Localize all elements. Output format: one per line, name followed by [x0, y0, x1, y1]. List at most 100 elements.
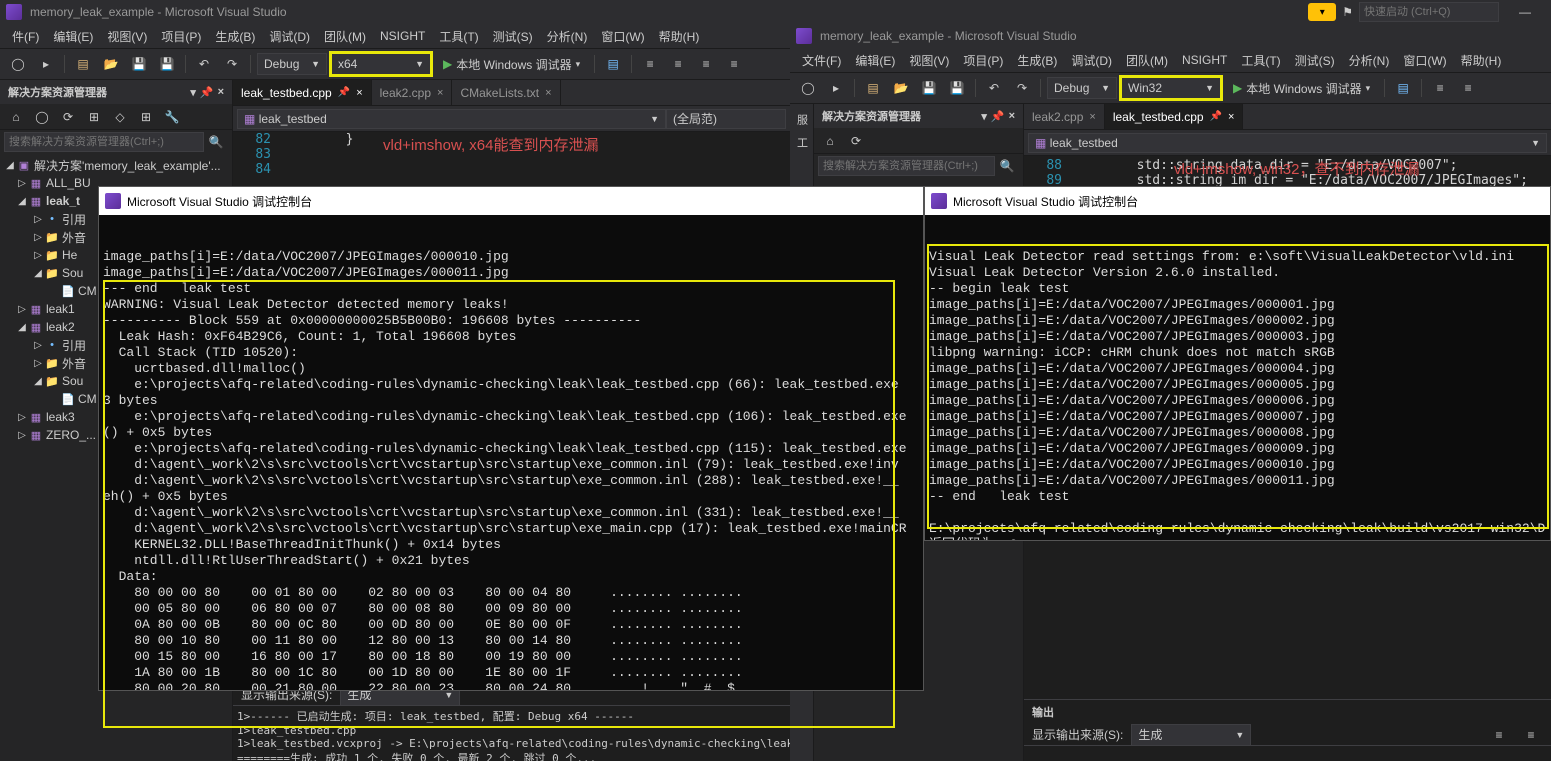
menu-item[interactable]: 编辑(E) — [849, 50, 901, 71]
close-icon[interactable]: × — [218, 86, 224, 99]
redo-button[interactable]: ↷ — [220, 52, 244, 76]
tool-icon[interactable]: ≡ — [1428, 76, 1452, 100]
menu-item[interactable]: 帮助(H) — [653, 26, 706, 47]
editor-tab[interactable]: leak_testbed.cpp 📌 × — [233, 80, 372, 105]
tool-icon[interactable]: ⊞ — [134, 105, 158, 129]
pin-icon[interactable]: 📌 — [991, 110, 1005, 123]
home-icon[interactable]: ⌂ — [818, 129, 842, 153]
undo-button[interactable]: ↶ — [192, 52, 216, 76]
scope-combo[interactable]: (全局范) — [666, 109, 786, 129]
close-tab-icon[interactable]: × — [437, 87, 443, 99]
minimize-button[interactable]: — — [1505, 0, 1545, 24]
tool-icon[interactable]: ≡ — [722, 52, 746, 76]
redo-button[interactable]: ↷ — [1010, 76, 1034, 100]
close-tab-icon[interactable]: × — [356, 87, 362, 99]
menu-item[interactable]: 测试(S) — [487, 26, 539, 47]
tool-icon[interactable]: ▤ — [601, 52, 625, 76]
new-button[interactable]: ▤ — [861, 76, 885, 100]
refresh-icon[interactable]: ⟳ — [844, 129, 868, 153]
menu-item[interactable]: 分析(N) — [541, 26, 594, 47]
menu-item[interactable]: NSIGHT — [1176, 51, 1233, 69]
server-explorer-tab[interactable]: 服 — [792, 108, 812, 131]
search-icon[interactable]: 🔍 — [995, 154, 1019, 178]
menu-item[interactable]: 项目(P) — [957, 50, 1009, 71]
menu-item[interactable]: 帮助(H) — [1455, 50, 1508, 71]
search-input[interactable] — [818, 156, 995, 176]
output-source-combo[interactable]: 生成▼ — [1131, 724, 1251, 746]
flag-icon[interactable]: ⚑ — [1342, 5, 1353, 19]
toolbox-tab[interactable]: 工 — [792, 131, 812, 154]
menu-item[interactable]: 生成(B) — [1011, 50, 1063, 71]
menu-item[interactable]: 项目(P) — [155, 26, 207, 47]
tool-icon[interactable]: ≡ — [1456, 76, 1480, 100]
config-combo[interactable]: Debug▼ — [257, 53, 327, 75]
close-tab-icon[interactable]: × — [1089, 111, 1095, 123]
dropdown-icon[interactable]: ▾ — [190, 86, 196, 99]
tool-icon[interactable]: ▤ — [1391, 76, 1415, 100]
editor-tab[interactable]: leak2.cpp × — [372, 80, 453, 105]
console-output[interactable]: Visual Leak Detector read settings from:… — [925, 215, 1550, 540]
dropdown-icon[interactable]: ▾ — [981, 110, 987, 123]
tool-icon[interactable]: ≡ — [694, 52, 718, 76]
menu-item[interactable]: NSIGHT — [374, 27, 431, 45]
start-debug-button[interactable]: ▶本地 Windows 调试器▾ — [435, 53, 588, 75]
platform-combo[interactable]: Win32▼ — [1121, 77, 1221, 99]
undo-button[interactable]: ↶ — [982, 76, 1006, 100]
menu-item[interactable]: 文件(F) — [796, 50, 847, 71]
editor-tab[interactable]: CMakeLists.txt × — [452, 80, 560, 105]
platform-combo[interactable]: x64▼ — [331, 53, 431, 75]
menu-item[interactable]: 团队(M) — [318, 26, 372, 47]
close-icon[interactable]: × — [1009, 110, 1015, 123]
notification-badge[interactable]: ▾ — [1308, 3, 1336, 21]
menu-item[interactable]: 工具(T) — [1235, 50, 1286, 71]
tool-icon[interactable]: ≡ — [666, 52, 690, 76]
menu-item[interactable]: 调试(D) — [263, 26, 316, 47]
menu-item[interactable]: 分析(N) — [1343, 50, 1396, 71]
nav-fwd-button[interactable]: ▸ — [34, 52, 58, 76]
new-button[interactable]: ▤ — [71, 52, 95, 76]
editor-tab[interactable]: leak2.cpp × — [1024, 104, 1105, 129]
quick-launch-input[interactable] — [1359, 2, 1499, 22]
menu-item[interactable]: 生成(B) — [209, 26, 261, 47]
console-output[interactable]: image_paths[i]=E:/data/VOC2007/JPEGImage… — [99, 215, 923, 690]
wrench-icon[interactable]: 🔧 — [160, 105, 184, 129]
menu-item[interactable]: 视图(V) — [101, 26, 153, 47]
symbol-combo[interactable]: ▦ leak_testbed▼ — [1028, 133, 1547, 153]
pin-icon[interactable]: 📌 — [338, 87, 350, 98]
start-debug-button[interactable]: ▶本地 Windows 调试器▾ — [1225, 77, 1378, 99]
menu-item[interactable]: 视图(V) — [903, 50, 955, 71]
save-all-button[interactable]: 💾 — [945, 76, 969, 100]
menu-item[interactable]: 窗口(W) — [595, 26, 650, 47]
nav-back-button[interactable]: ◯ — [796, 76, 820, 100]
nav-back-button[interactable]: ◯ — [6, 52, 30, 76]
close-tab-icon[interactable]: × — [545, 87, 551, 99]
menu-item[interactable]: 测试(S) — [1289, 50, 1341, 71]
save-button[interactable]: 💾 — [127, 52, 151, 76]
open-button[interactable]: 📂 — [99, 52, 123, 76]
save-all-button[interactable]: 💾 — [155, 52, 179, 76]
nav-fwd-button[interactable]: ▸ — [824, 76, 848, 100]
tool-icon[interactable]: ≡ — [1519, 723, 1543, 747]
close-tab-icon[interactable]: × — [1228, 111, 1234, 123]
home-icon[interactable]: ⌂ — [4, 105, 28, 129]
save-button[interactable]: 💾 — [917, 76, 941, 100]
menu-item[interactable]: 团队(M) — [1120, 50, 1174, 71]
menu-item[interactable]: 窗口(W) — [1397, 50, 1452, 71]
search-icon[interactable]: 🔍 — [204, 130, 228, 154]
config-combo[interactable]: Debug▼ — [1047, 77, 1117, 99]
open-button[interactable]: 📂 — [889, 76, 913, 100]
menu-item[interactable]: 件(F) — [6, 26, 45, 47]
tool-icon[interactable]: ◯ — [30, 105, 54, 129]
menu-item[interactable]: 工具(T) — [433, 26, 484, 47]
menu-item[interactable]: 调试(D) — [1065, 50, 1118, 71]
search-input[interactable] — [4, 132, 204, 152]
output-text[interactable]: 1>------ 已启动生成: 项目: leak_testbed, 配置: De… — [233, 706, 790, 761]
symbol-combo[interactable]: ▦ leak_testbed▼ — [237, 109, 666, 129]
refresh-icon[interactable]: ⟳ — [56, 105, 80, 129]
editor-tab[interactable]: leak_testbed.cpp 📌 × — [1105, 104, 1244, 129]
tool-icon[interactable]: ◇ — [108, 105, 132, 129]
tool-icon[interactable]: ≡ — [638, 52, 662, 76]
tool-icon[interactable]: ⊞ — [82, 105, 106, 129]
tree-solution[interactable]: ◢ ▣ 解决方案'memory_leak_example'... — [0, 156, 232, 174]
tool-icon[interactable]: ≡ — [1487, 723, 1511, 747]
